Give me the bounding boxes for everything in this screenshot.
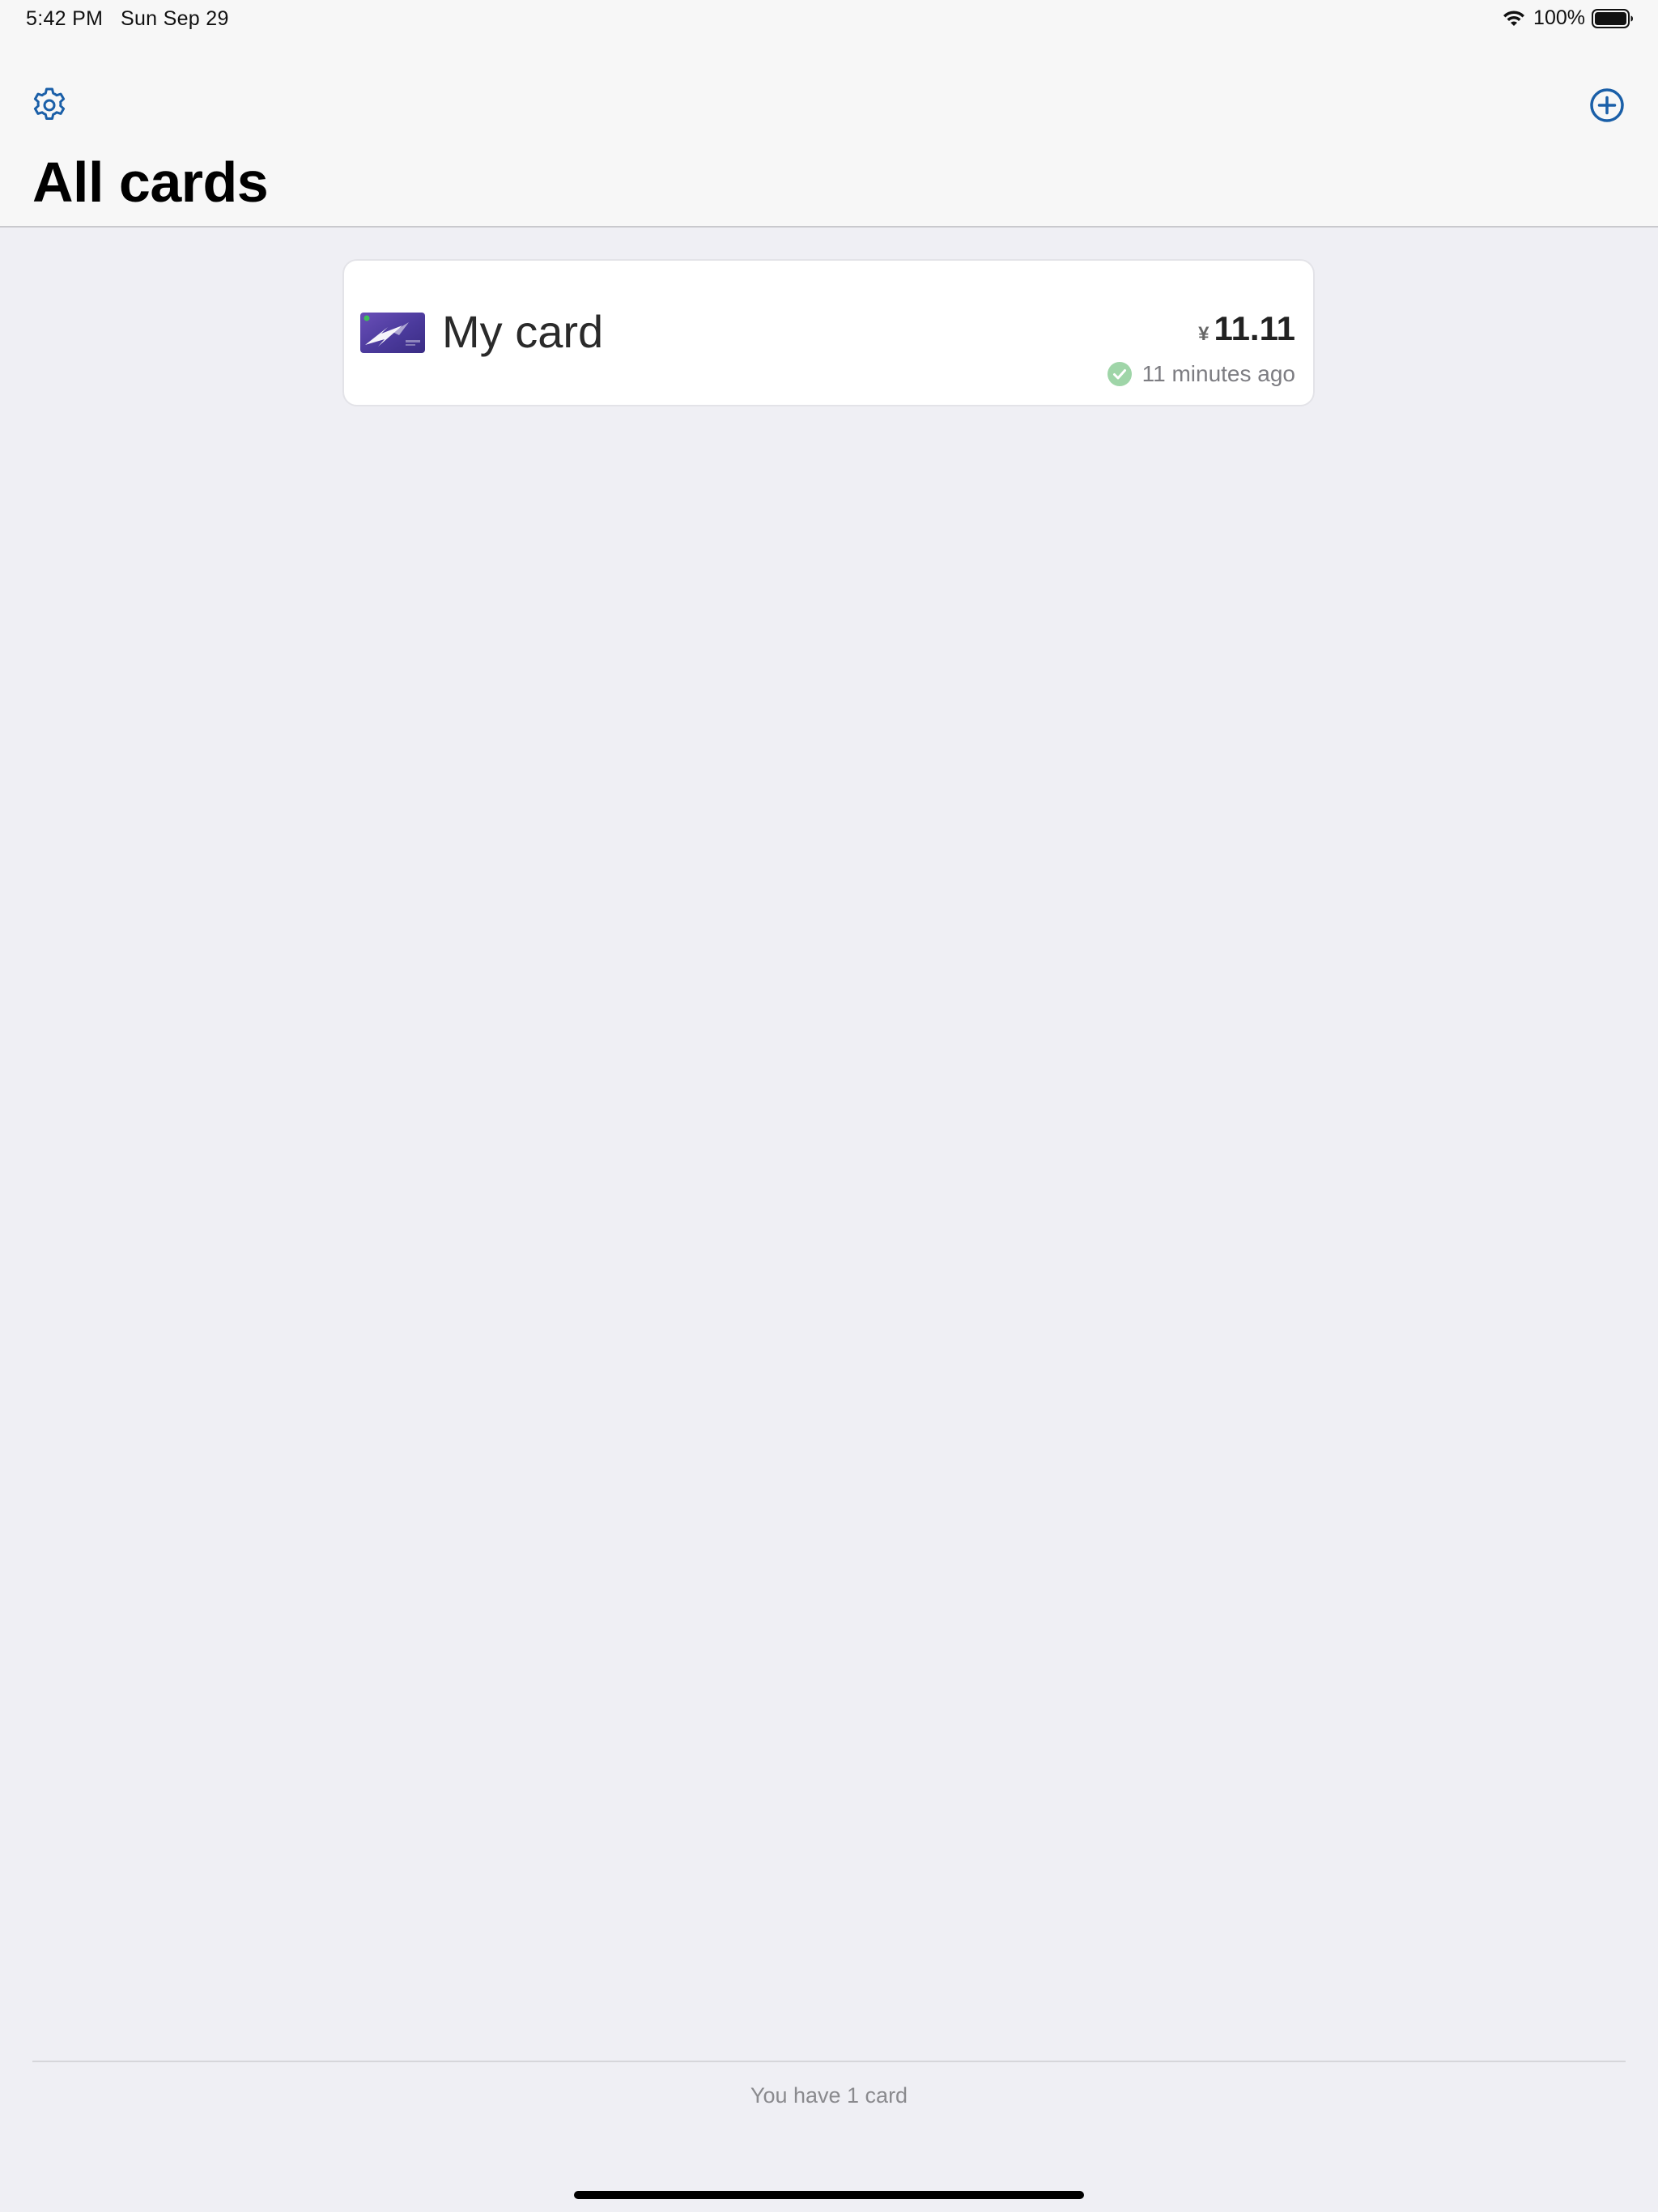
status-date: Sun Sep 29 bbox=[121, 7, 229, 30]
card-name: My card bbox=[442, 306, 604, 357]
gear-icon bbox=[33, 87, 66, 120]
card-balance: ¥ 11.11 bbox=[1198, 309, 1295, 348]
footer-divider bbox=[32, 2061, 1626, 2062]
card-count-summary: You have 1 card bbox=[750, 2083, 908, 2108]
status-time: 5:42 PM bbox=[26, 7, 104, 30]
settings-button[interactable] bbox=[29, 85, 70, 125]
transit-card-image bbox=[360, 313, 425, 353]
currency-symbol: ¥ bbox=[1198, 323, 1209, 345]
battery-icon bbox=[1592, 8, 1633, 28]
wifi-icon bbox=[1503, 10, 1525, 26]
page-title: All cards bbox=[32, 151, 269, 214]
screen: 5:42 PM Sun Sep 29 100% All cards My car… bbox=[0, 0, 1658, 2212]
check-circle-icon bbox=[1107, 362, 1132, 386]
card-thumbnail bbox=[360, 313, 425, 353]
home-indicator[interactable] bbox=[574, 2191, 1084, 2199]
add-card-button[interactable] bbox=[1587, 85, 1627, 125]
last-updated-text: 11 minutes ago bbox=[1141, 361, 1295, 386]
balance-value: 11.11 bbox=[1214, 309, 1295, 347]
card-sync-status: 11 minutes ago bbox=[1107, 361, 1295, 387]
plus-circle-icon bbox=[1590, 88, 1624, 122]
navigation-bar: 5:42 PM Sun Sep 29 100% All cards bbox=[0, 0, 1658, 228]
status-right-group: 100% bbox=[1501, 6, 1634, 30]
card-row[interactable]: My card ¥ 11.11 11 minutes ago bbox=[342, 259, 1315, 406]
battery-percentage: 100% bbox=[1533, 6, 1585, 29]
status-bar: 5:42 PM Sun Sep 29 100% bbox=[0, 0, 1658, 39]
